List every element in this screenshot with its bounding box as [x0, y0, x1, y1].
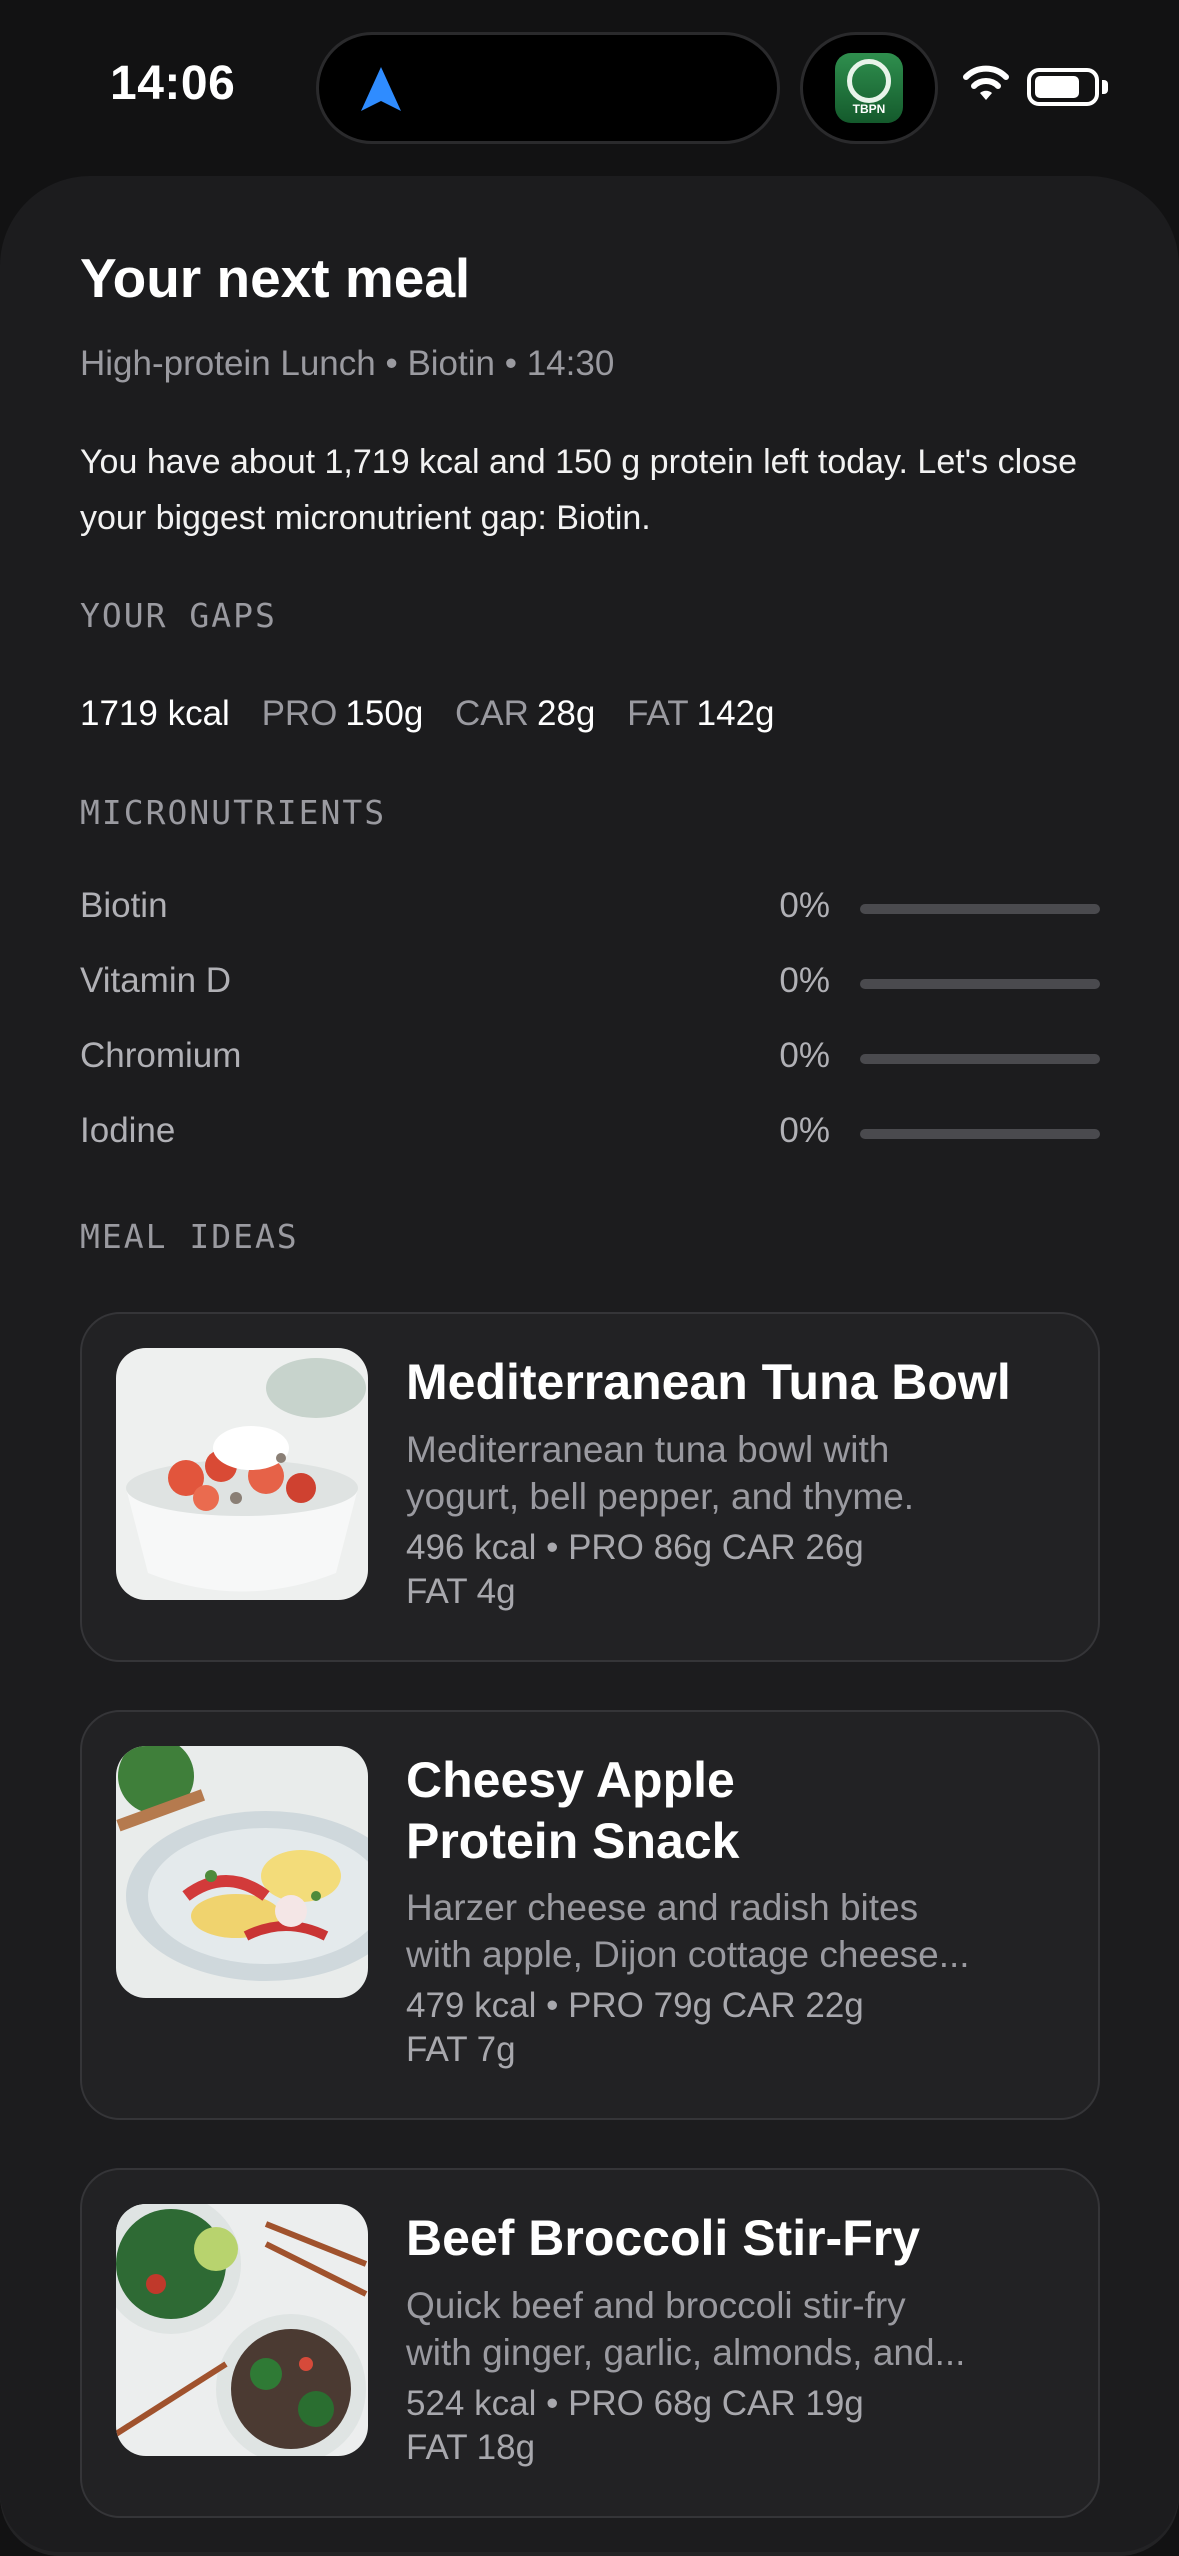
meal-title-line: Protein Snack [406, 1813, 740, 1869]
meal-photo [116, 1348, 368, 1600]
meal-macros-line: 479 kcal • PRO 79g CAR 22g [406, 1986, 864, 2025]
meal-title-line: Cheesy Apple [406, 1752, 735, 1808]
wifi-icon [963, 65, 1009, 100]
page-title: Your next meal [80, 247, 471, 309]
meal-summary: You have about 1,719 kcal and 150 g prot… [80, 443, 1077, 537]
meal-description-line: with apple, Dijon cottage cheese... [406, 1934, 970, 1975]
meal-description-line: with ginger, garlic, almonds, and... [406, 2332, 966, 2373]
gap-car-key: CAR [455, 694, 529, 733]
micronutrients-section-label: MICRONUTRIENTS [80, 793, 387, 832]
status-time: 14:06 [110, 57, 236, 110]
micronutrient-row: Iodine 0% [80, 1099, 1100, 1159]
meal-macros: 524 kcal • PRO 68g CAR 19g FAT 18g [406, 2382, 1066, 2470]
micronutrient-row: Biotin 0% [80, 874, 1100, 934]
micronutrient-name: Iodine [80, 1111, 176, 1150]
meal-description: Quick beef and broccoli stir-fry with gi… [406, 2282, 1066, 2376]
meal-description: Harzer cheese and radish bites with appl… [406, 1884, 1066, 1978]
meal-macros-line: FAT 7g [406, 2030, 516, 2069]
meal-macros-line: 524 kcal • PRO 68g CAR 19g [406, 2384, 864, 2423]
app-icon-label: TBPN [852, 102, 886, 116]
micronutrient-name: Biotin [80, 886, 168, 925]
status-bar: 14:06 TBPN [0, 0, 1179, 175]
micronutrient-progress [860, 1054, 1100, 1064]
meal-description-line: Harzer cheese and radish bites [406, 1887, 919, 1928]
meal-macros-line: FAT 18g [406, 2428, 536, 2467]
meal-title: Beef Broccoli Stir-Fry [406, 2210, 921, 2266]
meal-ideas-section-label: MEAL IDEAS [80, 1217, 299, 1256]
meal-photo [116, 2204, 368, 2456]
micronutrient-name: Chromium [80, 1036, 242, 1075]
micronutrient-name: Vitamin D [80, 961, 232, 1000]
meal-description: Mediterranean tuna bowl with yogurt, bel… [406, 1426, 1066, 1520]
micronutrient-progress [860, 1129, 1100, 1139]
meal-macros: 479 kcal • PRO 79g CAR 22g FAT 7g [406, 1984, 1066, 2072]
gap-pro-value: 150g [345, 694, 424, 733]
meal-idea-card[interactable]: Beef Broccoli Stir-Fry Quick beef and br… [80, 2168, 1100, 2518]
next-meal-sheet: Your next meal High-protein Lunch • Biot… [0, 176, 1179, 2556]
meal-subtitle: High-protein Lunch • Biotin • 14:30 [80, 344, 615, 383]
dynamic-island[interactable] [316, 32, 780, 144]
meal-photo [116, 1746, 368, 1998]
meal-description-line: yogurt, bell pepper, and thyme. [406, 1476, 915, 1517]
meal-macros-line: 496 kcal • PRO 86g CAR 26g [406, 1528, 864, 1567]
meal-macros-line: FAT 4g [406, 1572, 516, 1611]
app-icon-ring [847, 59, 891, 103]
live-activity-pill[interactable]: TBPN [800, 32, 938, 144]
location-arrow-icon [361, 67, 401, 111]
app-icon: TBPN [835, 53, 903, 123]
battery-cap [1102, 80, 1108, 94]
gaps-row: 1719 kcal PRO 150g CAR 28g FAT 142g [80, 694, 775, 734]
micronutrient-percent: 0% [779, 1036, 830, 1075]
gap-car-value: 28g [536, 694, 596, 733]
meal-description-line: Mediterranean tuna bowl with [406, 1429, 890, 1470]
meal-title: Cheesy Apple Protein Snack [406, 1750, 1066, 1872]
gap-pro-key: PRO [261, 694, 338, 733]
gaps-section-label: YOUR GAPS [80, 596, 277, 635]
micronutrient-percent: 0% [779, 1111, 830, 1150]
micronutrient-percent: 0% [779, 961, 830, 1000]
meal-macros: 496 kcal • PRO 86g CAR 26g FAT 4g [406, 1526, 1066, 1614]
gap-kcal: 1719 kcal [80, 694, 230, 733]
gap-fat-key: FAT [627, 694, 689, 733]
micronutrient-percent: 0% [779, 886, 830, 925]
battery-icon [1027, 68, 1099, 106]
meal-description-line: Quick beef and broccoli stir-fry [406, 2285, 906, 2326]
micronutrient-row: Chromium 0% [80, 1024, 1100, 1084]
meal-title: Mediterranean Tuna Bowl [406, 1354, 1011, 1410]
micronutrient-progress [860, 979, 1100, 989]
meal-idea-card[interactable]: Cheesy Apple Protein Snack Harzer cheese… [80, 1710, 1100, 2120]
micronutrient-progress [860, 904, 1100, 914]
micronutrient-row: Vitamin D 0% [80, 949, 1100, 1009]
gap-fat-value: 142g [696, 694, 775, 733]
meal-idea-card[interactable]: Mediterranean Tuna Bowl Mediterranean tu… [80, 1312, 1100, 1662]
